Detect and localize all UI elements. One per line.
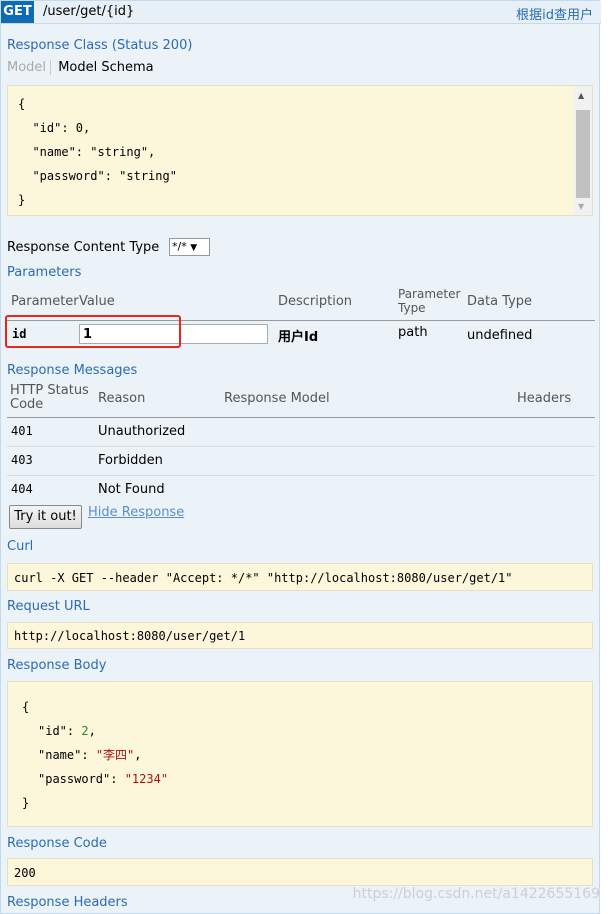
json-key: "password" <box>38 772 110 786</box>
json-key: "name" <box>38 748 81 762</box>
response-messages-title: Response Messages <box>7 363 137 378</box>
json-string: "1234" <box>125 772 168 786</box>
operation-header[interactable]: GET /user/get/{id} 根据id查用户 <box>1 1 601 24</box>
scroll-down-icon[interactable]: ▼ <box>578 202 584 211</box>
chevron-down-icon: ▼ <box>190 243 197 253</box>
tab-model-schema[interactable]: Model Schema <box>55 60 153 75</box>
response-code-value: 200 <box>7 858 593 886</box>
status-code: 403 <box>11 453 33 467</box>
response-class-title: Response Class (Status 200) <box>7 38 192 53</box>
endpoint-path[interactable]: /user/get/{id} <box>43 4 134 19</box>
col-parameter: Parameter <box>11 294 81 309</box>
content-type-value: */* <box>172 240 187 253</box>
response-code-title: Response Code <box>7 836 107 851</box>
response-headers-title: Response Headers <box>7 895 128 910</box>
param-type: path <box>398 325 428 340</box>
request-url-title: Request URL <box>7 599 90 614</box>
col-status-code: HTTP Status Code <box>10 384 95 412</box>
scrollbar[interactable]: ▲ ▼ <box>574 86 592 215</box>
model-schema-box: { "id": 0, "name": "string", "password":… <box>7 85 593 216</box>
response-body: { "id": 2, "name": "李四", "password": "12… <box>7 681 593 827</box>
scroll-up-icon[interactable]: ▲ <box>578 91 584 100</box>
json-key: "id" <box>38 724 67 738</box>
parameters-title: Parameters <box>7 265 81 280</box>
status-code: 404 <box>11 482 33 496</box>
status-reason: Unauthorized <box>98 424 185 439</box>
col-response-model: Response Model <box>224 391 330 406</box>
col-description: Description <box>278 294 352 309</box>
col-data-type: Data Type <box>467 294 532 309</box>
json-number: 2 <box>81 724 88 738</box>
json-open: { <box>22 695 578 719</box>
try-it-out-button[interactable]: Try it out! <box>9 505 82 529</box>
param-data-type: undefined <box>467 328 532 343</box>
col-parameter-type: Parameter Type <box>398 287 470 315</box>
operation-panel: GET /user/get/{id} 根据id查用户 Response Clas… <box>0 0 600 914</box>
hide-response-link[interactable]: Hide Response <box>88 505 184 520</box>
scroll-thumb[interactable] <box>576 110 590 198</box>
col-value: Value <box>79 294 115 309</box>
endpoint-summary[interactable]: 根据id查用户 <box>516 4 593 23</box>
response-body-title: Response Body <box>7 658 106 673</box>
curl-command: curl -X GET --header "Accept: */*" "http… <box>7 563 593 591</box>
json-close: } <box>22 791 578 815</box>
request-url-value: http://localhost:8080/user/get/1 <box>7 622 593 649</box>
status-reason: Not Found <box>98 482 165 497</box>
content-type-select[interactable]: */* ▼ <box>169 238 210 256</box>
json-string: "李四" <box>96 748 134 762</box>
status-code: 401 <box>11 424 33 438</box>
watermark: https://blog.csdn.net/a1422655169 <box>353 886 600 902</box>
content-type-label: Response Content Type <box>7 240 159 255</box>
model-schema-json: { "id": 0, "name": "string", "password":… <box>18 92 177 212</box>
status-reason: Forbidden <box>98 453 163 468</box>
col-reason: Reason <box>98 391 145 406</box>
tab-model[interactable]: Model <box>7 60 51 75</box>
param-description: 用户Id <box>278 326 318 345</box>
model-tabs: Model Model Schema <box>7 60 154 75</box>
col-headers: Headers <box>517 391 571 406</box>
http-method-badge: GET <box>1 1 34 23</box>
curl-title: Curl <box>7 539 33 554</box>
highlight-box <box>5 315 181 348</box>
